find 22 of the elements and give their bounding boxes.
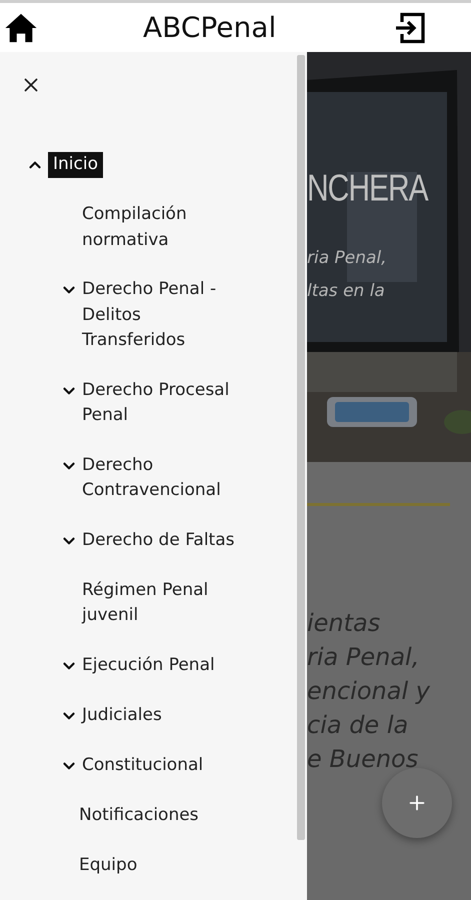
menu-item[interactable]: Derecho Procesal Penal [82, 378, 242, 428]
menu-item[interactable]: Derecho Penal - Delitos Transferidos [82, 277, 242, 354]
menu-item[interactable]: Ejecución Penal [82, 652, 215, 678]
menu-item[interactable]: Derecho Contravencional [82, 452, 242, 504]
body-text: e Buenos [307, 744, 420, 775]
menu-item[interactable]: Derecho de Faltas [82, 528, 235, 553]
body-text: cia de la [307, 710, 410, 741]
menu-item[interactable]: Constitucional [82, 752, 204, 778]
hero-text: ltas en la [307, 280, 386, 303]
scrollbar[interactable] [297, 55, 305, 840]
menu-item[interactable]: Judiciales [82, 702, 162, 728]
app-title: ABCPenal [143, 11, 278, 44]
body-text: ria Penal, [307, 642, 420, 673]
body-text: ientas [307, 608, 382, 639]
hero-heading: NCHERA [307, 168, 428, 210]
menu-item[interactable]: Régimen Penal juvenil [82, 578, 242, 628]
menu-item[interactable]: Inicio [48, 152, 103, 178]
hero-text: ria Penal, [307, 247, 388, 270]
menu-item[interactable]: Compilación normativa [82, 202, 242, 253]
menu-item[interactable]: Equipo [79, 852, 138, 878]
body-text: encional y [307, 676, 431, 707]
menu-item[interactable]: Notificaciones [79, 802, 199, 828]
